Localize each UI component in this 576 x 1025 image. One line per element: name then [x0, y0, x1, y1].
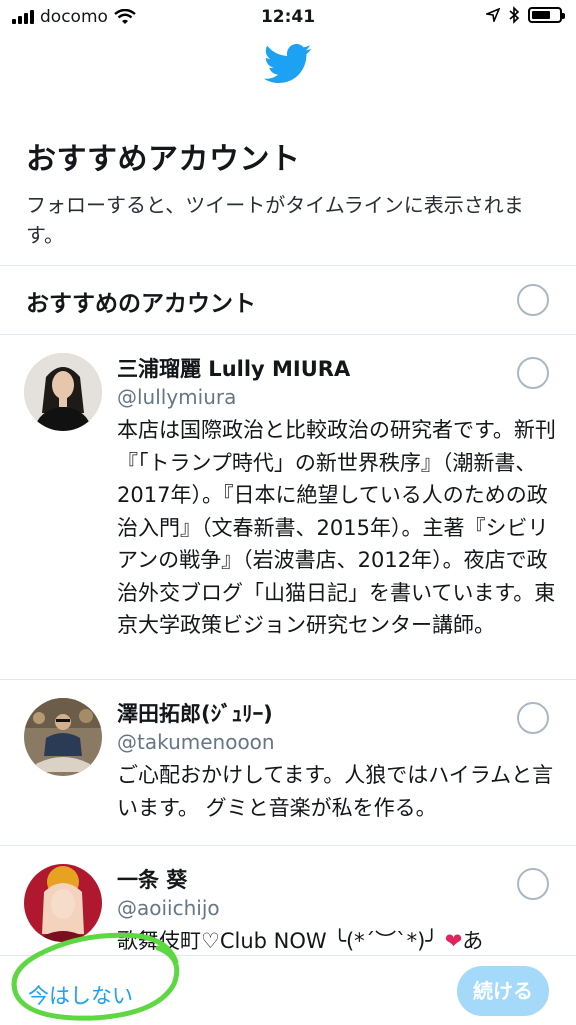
- avatar: [24, 353, 102, 431]
- account-row-lullymiura[interactable]: 三浦瑠麗 Lully MIURA @lullymiura 本店は国際政治と比較政…: [0, 335, 576, 679]
- account-name: 三浦瑠麗 Lully MIURA: [117, 357, 351, 381]
- account-bio: 本店は国際政治と比較政治の研究者です。新刊『「トランプ時代」の新世界秩序』（潮新…: [117, 418, 556, 637]
- account-bio: ご心配おかけしてます。人狼ではハイラムと言います。 グミと音楽が私を作る。: [117, 763, 554, 820]
- follow-checkbox[interactable]: [517, 357, 549, 389]
- status-bar: docomo 12:41: [0, 0, 576, 34]
- avatar: [24, 864, 102, 942]
- heart-icon: ❤: [444, 929, 463, 953]
- account-row-takumenooon[interactable]: 澤田拓郎(ｼﾞｭﾘｰ) @takumenooon ご心配おかけしてます。人狼では…: [0, 680, 576, 845]
- account-row-aoiichijo[interactable]: 一条 葵 @aoiichijo 歌舞伎町♡Club NOW ╰(*´︶`*)╯ …: [0, 846, 576, 956]
- continue-button[interactable]: 続ける: [457, 966, 549, 1016]
- account-bio-tail: あ: [462, 929, 484, 953]
- account-name: 一条 葵: [117, 868, 188, 892]
- account-name: 澤田拓郎(ｼﾞｭﾘｰ): [117, 702, 273, 726]
- select-all-row[interactable]: おすすめのアカウント: [0, 266, 576, 334]
- location-arrow-icon: [486, 8, 500, 22]
- bottom-bar: 今はしない 続ける: [0, 955, 576, 1025]
- account-handle: @lullymiura: [117, 385, 237, 409]
- page-subtitle: フォローすると、ツイートがタイムラインに表示されます。: [26, 193, 524, 247]
- avatar: [24, 698, 102, 776]
- page-title: おすすめアカウント: [26, 142, 301, 177]
- section-title: おすすめのアカウント: [26, 291, 256, 317]
- select-all-checkbox[interactable]: [517, 284, 549, 316]
- account-bio-text: 歌舞伎町♡Club NOW ╰(*´︶`*)╯: [117, 929, 438, 953]
- follow-checkbox[interactable]: [517, 702, 549, 734]
- status-right: [486, 6, 565, 24]
- account-handle: @takumenooon: [117, 730, 275, 754]
- battery-icon: [528, 7, 565, 23]
- bluetooth-icon: [509, 6, 520, 24]
- account-handle: @aoiichijo: [117, 896, 220, 920]
- account-bio: 歌舞伎町♡Club NOW ╰(*´︶`*)╯ ❤あ: [117, 925, 557, 956]
- follow-checkbox[interactable]: [517, 868, 549, 900]
- twitter-bird-icon: [264, 44, 312, 83]
- not-now-button[interactable]: 今はしない: [28, 980, 133, 1010]
